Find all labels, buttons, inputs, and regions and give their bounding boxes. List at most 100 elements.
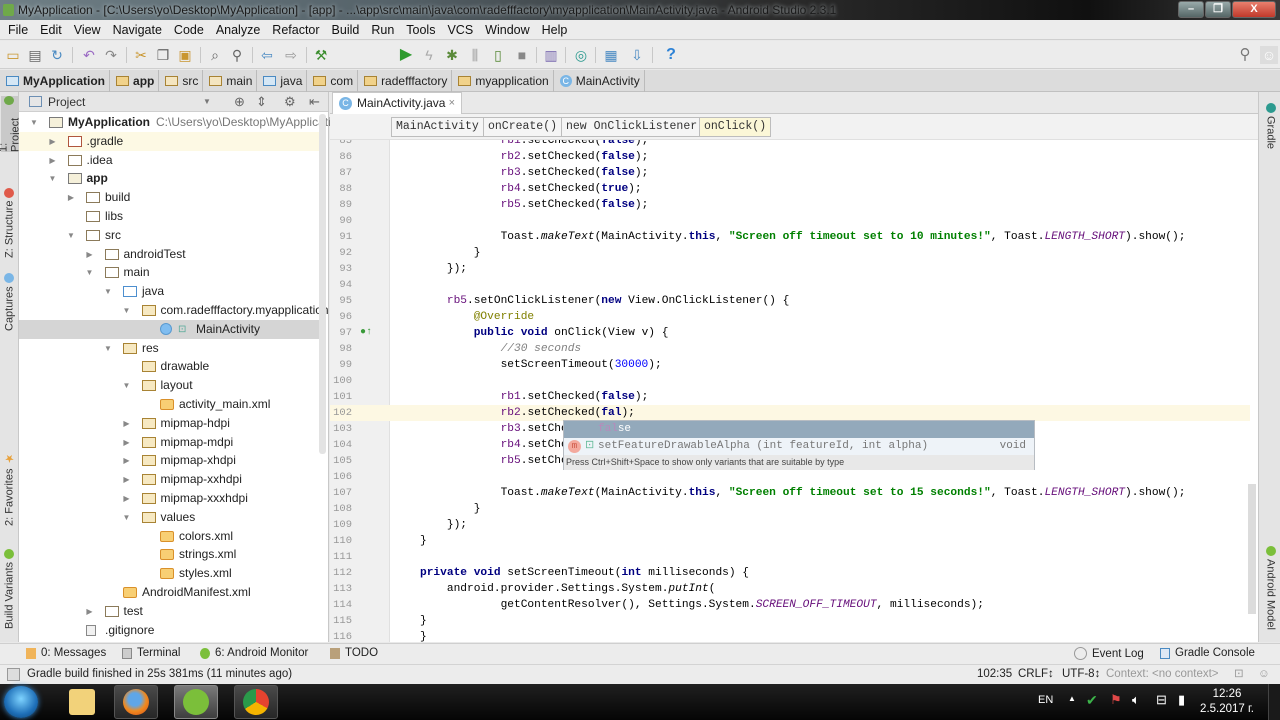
- start-button[interactable]: [4, 686, 38, 718]
- tab-project[interactable]: 1: Project: [0, 96, 22, 152]
- code-line[interactable]: 87 rb3.setChecked(false);: [330, 165, 1250, 181]
- editor-scrollbar[interactable]: [1248, 484, 1256, 614]
- collapse-arrow-icon[interactable]: ▶: [122, 470, 132, 489]
- code-line[interactable]: 113 android.provider.Settings.System.put…: [330, 581, 1250, 597]
- tree-item[interactable]: ▼ java: [19, 282, 319, 301]
- taskbar-firefox[interactable]: [114, 685, 158, 719]
- tree-item[interactable]: ▶ mipmap-hdpi: [19, 414, 319, 433]
- minimize-button[interactable]: –: [1178, 1, 1204, 18]
- code-line[interactable]: 90: [330, 213, 1250, 229]
- collapse-arrow-icon[interactable]: ▶: [122, 451, 132, 470]
- sync-gradle-icon[interactable]: ◎: [572, 46, 590, 64]
- code-line[interactable]: 114 getContentResolver(), Settings.Syste…: [330, 597, 1250, 613]
- menu-refactor[interactable]: Refactor: [266, 23, 325, 37]
- expand-arrow-icon[interactable]: ▼: [103, 339, 113, 358]
- paste-icon[interactable]: ▣: [176, 46, 194, 64]
- action-center-icon[interactable]: ⚑: [1110, 692, 1122, 708]
- tree-item[interactable]: ▶ .gradle: [19, 131, 319, 151]
- tree-item[interactable]: .gitignore: [19, 621, 319, 640]
- profile-icon[interactable]: ▯: [489, 46, 507, 64]
- breadcrumb-oncreate[interactable]: onCreate(): [483, 117, 563, 137]
- menu-edit[interactable]: Edit: [34, 23, 68, 37]
- chevron-down-icon[interactable]: ▼: [203, 92, 211, 112]
- nav-crumb-src[interactable]: src: [163, 69, 204, 92]
- copy-icon[interactable]: ❐: [154, 46, 172, 64]
- menu-navigate[interactable]: Navigate: [107, 23, 168, 37]
- menu-view[interactable]: View: [68, 23, 107, 37]
- tree-item[interactable]: strings.xml: [19, 545, 319, 564]
- code-line[interactable]: 100: [330, 373, 1250, 389]
- tab-favorites[interactable]: 2: Favorites ★: [1, 452, 18, 526]
- code-line[interactable]: 92 }: [330, 245, 1250, 261]
- project-structure-icon[interactable]: ▦: [602, 46, 620, 64]
- menu-window[interactable]: Window: [479, 23, 535, 37]
- sync-icon[interactable]: ↻: [48, 46, 66, 64]
- expand-arrow-icon[interactable]: ▼: [122, 376, 132, 395]
- tab-gradle[interactable]: Gradle: [1262, 98, 1279, 154]
- nav-crumb-app[interactable]: app: [114, 69, 160, 92]
- nav-crumb-myapplication-package[interactable]: myapplication: [456, 69, 554, 92]
- nav-crumb-main[interactable]: main: [207, 69, 258, 92]
- expand-arrow-icon[interactable]: ▼: [85, 263, 95, 282]
- scroll-from-source-icon[interactable]: ⊕: [234, 92, 245, 112]
- menu-run[interactable]: Run: [365, 23, 400, 37]
- code-line[interactable]: 99 setScreenTimeout(30000);: [330, 357, 1250, 373]
- code-line[interactable]: 96 @Override: [330, 309, 1250, 325]
- tree-item[interactable]: ▶ mipmap-xxhdpi: [19, 470, 319, 489]
- tree-item[interactable]: ▼ src: [19, 226, 319, 245]
- find-icon[interactable]: ⌕: [206, 46, 224, 64]
- network-icon[interactable]: ⊟: [1156, 692, 1167, 708]
- stop-icon[interactable]: ■: [513, 46, 531, 64]
- collapse-arrow-icon[interactable]: ▶: [66, 188, 76, 207]
- file-encoding[interactable]: UTF-8↕: [1062, 665, 1100, 684]
- tree-item[interactable]: ▼ values: [19, 508, 319, 527]
- clock[interactable]: 12:26 2.5.2017 г.: [1200, 687, 1254, 717]
- completion-item-setfeaturedrawablealpha[interactable]: m ⊡ setFeatureDrawableAlpha (int feature…: [564, 438, 1034, 455]
- context-selector[interactable]: Context: <no context>: [1106, 665, 1219, 684]
- tab-mainactivity-java[interactable]: C MainActivity.java ×: [332, 92, 462, 114]
- nav-crumb-myapplication[interactable]: MyApplication: [4, 69, 111, 92]
- save-icon[interactable]: ▤: [26, 46, 44, 64]
- tree-item[interactable]: ▶ .idea: [19, 151, 319, 170]
- expand-arrow-icon[interactable]: ▼: [48, 169, 58, 188]
- tree-item[interactable]: ▶ mipmap-xhdpi: [19, 451, 319, 470]
- code-line[interactable]: 89 rb5.setChecked(false);: [330, 197, 1250, 213]
- nav-crumb-java[interactable]: java: [261, 69, 308, 92]
- tree-item[interactable]: ▶ mipmap-xxxhdpi: [19, 489, 319, 508]
- collapse-arrow-icon[interactable]: ▶: [48, 132, 58, 151]
- breadcrumb-onclick[interactable]: onClick(): [699, 117, 772, 137]
- tree-item[interactable]: drawable: [19, 357, 319, 376]
- menu-file[interactable]: File: [2, 23, 34, 37]
- open-icon[interactable]: ▭: [4, 46, 22, 64]
- forward-icon[interactable]: ⇨: [282, 46, 300, 64]
- expand-arrow-icon[interactable]: ▼: [122, 508, 132, 527]
- taskbar-chrome[interactable]: [234, 685, 278, 719]
- menu-build[interactable]: Build: [326, 23, 366, 37]
- tree-item[interactable]: colors.xml: [19, 527, 319, 546]
- tree-item[interactable]: AndroidManifest.xml: [19, 583, 319, 602]
- tab-structure[interactable]: Z: Structure: [1, 178, 18, 268]
- tab-android-model[interactable]: Android Model: [1262, 540, 1279, 636]
- maximize-button[interactable]: ❐: [1205, 1, 1231, 18]
- tree-item[interactable]: ▼ MyApplication C:\Users\yo\Desktop\MyAppl…: [19, 113, 344, 132]
- menu-tools[interactable]: Tools: [400, 23, 441, 37]
- taskbar-android-studio[interactable]: [174, 685, 218, 719]
- code-line[interactable]: 115}: [330, 613, 1250, 629]
- collapse-arrow-icon[interactable]: ▶: [85, 245, 95, 264]
- lock-icon[interactable]: ⊡: [1234, 665, 1244, 684]
- tool-messages[interactable]: 0: Messages: [26, 647, 106, 659]
- power-icon[interactable]: ▮: [1178, 692, 1185, 708]
- tool-android-monitor[interactable]: 6: Android Monitor: [200, 647, 308, 659]
- project-view-selector[interactable]: Project: [29, 92, 85, 112]
- avd-manager-icon[interactable]: ▥: [542, 46, 560, 64]
- collapse-arrow-icon[interactable]: ▶: [85, 602, 95, 621]
- breadcrumb-mainactivity[interactable]: MainActivity: [391, 117, 484, 137]
- tree-item[interactable]: libs: [19, 207, 319, 226]
- cut-icon[interactable]: ✂: [132, 46, 150, 64]
- redo-icon[interactable]: ↷: [102, 46, 120, 64]
- code-line[interactable]: 112 private void setScreenTimeout(int mil…: [330, 565, 1250, 581]
- code-line[interactable]: 91 Toast.makeText(MainActivity.this, "Sc…: [330, 229, 1250, 245]
- tree-item[interactable]: ▼ res: [19, 339, 319, 358]
- undo-icon[interactable]: ↶: [80, 46, 98, 64]
- code-line[interactable]: 95 rb5.setOnClickListener(new View.OnCli…: [330, 293, 1250, 309]
